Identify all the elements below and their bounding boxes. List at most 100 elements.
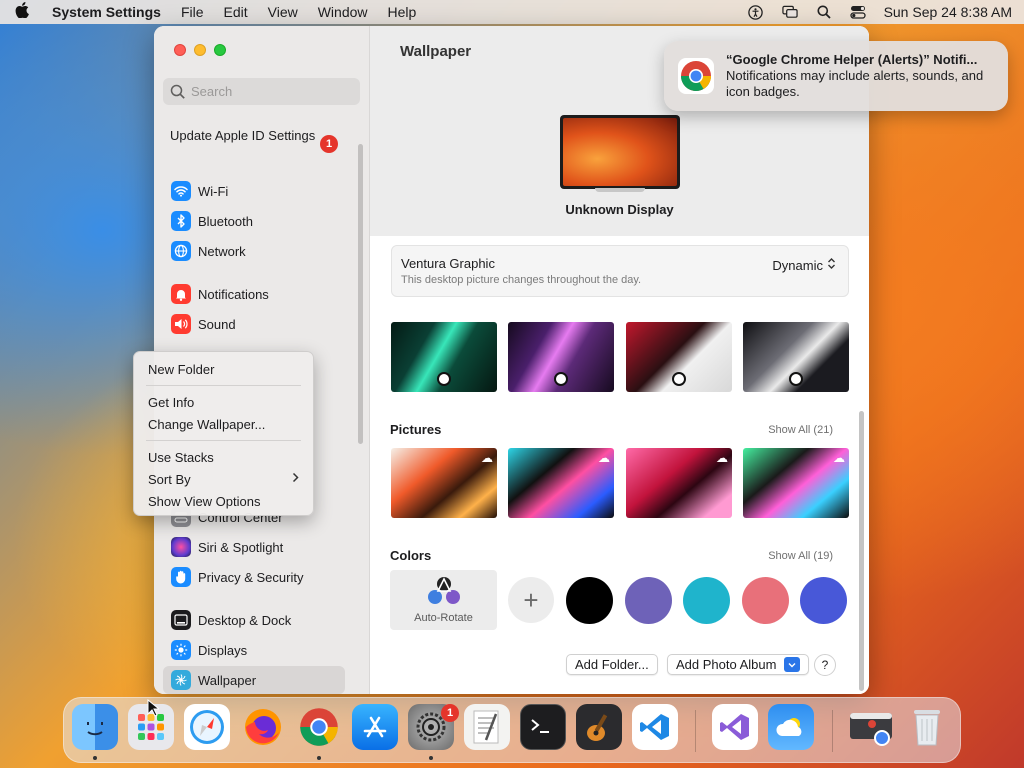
minimize-button[interactable] [194, 44, 206, 56]
color-swatch-pink[interactable] [742, 577, 789, 624]
menu-file[interactable]: File [181, 4, 204, 20]
updown-chevron-icon [827, 257, 836, 273]
garageband-icon[interactable] [576, 704, 622, 750]
search-icon [169, 83, 187, 101]
vscode-icon[interactable] [632, 704, 678, 750]
add-color-button[interactable]: + [508, 577, 554, 623]
sidebar-item-network[interactable]: Network [163, 237, 345, 265]
dynamic-indicator-icon [672, 372, 686, 386]
search-input[interactable]: Search [163, 78, 360, 105]
sidebar-item-label: Network [198, 243, 246, 259]
app-store-icon[interactable] [352, 704, 398, 750]
notification-body: Notifications may include alerts, sounds… [726, 68, 984, 99]
add-folder-button[interactable]: Add Folder... [566, 654, 658, 675]
textedit-icon[interactable] [464, 704, 510, 750]
picture-thumbnail[interactable]: ☁ [391, 448, 497, 518]
menu-item-get-info[interactable]: Get Info [134, 391, 313, 413]
add-photo-album-button[interactable]: Add Photo Album [667, 654, 810, 675]
dynamic-indicator-icon [789, 372, 803, 386]
cloud-download-icon: ☁ [598, 451, 610, 465]
settings-update-badge: 1 [441, 704, 459, 722]
screen-mirroring-icon[interactable] [781, 4, 798, 20]
menu-item-show-view-options[interactable]: Show View Options [134, 490, 313, 512]
chrome-icon [678, 58, 714, 94]
chrome-icon[interactable] [296, 704, 342, 750]
menu-item-change-wallpaper[interactable]: Change Wallpaper... [134, 413, 313, 435]
sidebar-item-label: Wallpaper [198, 672, 257, 688]
firefox-icon[interactable] [240, 704, 286, 750]
close-button[interactable] [174, 44, 186, 56]
window-controls [174, 44, 226, 56]
help-button[interactable]: ? [814, 654, 836, 676]
sidebar-item-wallpaper[interactable]: Wallpaper [163, 666, 345, 694]
menu-bar: System Settings File Edit View Window He… [0, 0, 1024, 24]
finder-icon[interactable] [72, 704, 118, 750]
menu-item-use-stacks[interactable]: Use Stacks [134, 446, 313, 468]
zoom-button[interactable] [214, 44, 226, 56]
chrome-helper-icon[interactable] [848, 704, 894, 750]
sidebar-item-label: Notifications [198, 286, 269, 302]
control-center-icon[interactable] [849, 4, 866, 20]
sidebar-item-wifi[interactable]: Wi-Fi [163, 177, 345, 205]
sidebar-item-bluetooth[interactable]: Bluetooth [163, 207, 345, 235]
appearance-mode-select[interactable]: Dynamic [772, 257, 836, 273]
color-swatch-black[interactable] [566, 577, 613, 624]
colors-heading: Colors [390, 548, 432, 563]
picture-thumbnail[interactable]: ☁ [626, 448, 732, 518]
sidebar-scrollbar[interactable] [358, 144, 363, 444]
mode-value: Dynamic [772, 257, 823, 273]
accessibility-icon[interactable] [748, 4, 764, 20]
hand-icon [171, 567, 191, 587]
safari-icon[interactable] [184, 704, 230, 750]
menu-help[interactable]: Help [388, 4, 417, 20]
dynamic-indicator-icon [554, 372, 568, 386]
desktop-context-menu: New Folder Get Info Change Wallpaper... … [133, 351, 314, 516]
menu-item-new-folder[interactable]: New Folder [134, 358, 313, 380]
color-swatch-purple[interactable] [625, 577, 672, 624]
dynamic-wallpaper-thumbnail[interactable] [743, 322, 849, 392]
sidebar-item-desktop-dock[interactable]: Desktop & Dock [163, 606, 345, 634]
dock [63, 697, 961, 763]
dynamic-indicator-icon [437, 372, 451, 386]
sidebar-item-notifications[interactable]: Notifications [163, 280, 345, 308]
speaker-icon [171, 314, 191, 334]
picture-thumbnail[interactable]: ☁ [743, 448, 849, 518]
color-swatch-blue[interactable] [800, 577, 847, 624]
colors-show-all-button[interactable]: Show All (19) [768, 550, 833, 562]
sidebar-item-privacy-security[interactable]: Privacy & Security [163, 563, 345, 591]
weather-icon[interactable] [768, 704, 814, 750]
auto-rotate-option[interactable]: Auto-Rotate [390, 570, 497, 630]
bell-icon [171, 284, 191, 304]
spotlight-search-icon[interactable] [816, 4, 832, 20]
sun-icon [171, 640, 191, 660]
cloud-download-icon: ☁ [833, 451, 845, 465]
visual-studio-icon[interactable] [712, 704, 758, 750]
sidebar-item-label: Sound [198, 316, 236, 332]
auto-rotate-icon [425, 576, 463, 609]
terminal-icon[interactable] [520, 704, 566, 750]
menu-app-name[interactable]: System Settings [52, 4, 161, 20]
dynamic-wallpaper-thumbnail[interactable] [508, 322, 614, 392]
trash-icon[interactable] [904, 704, 950, 750]
wallpaper-pane: Wallpaper Unknown Display Ventura Graphi… [370, 26, 869, 694]
dynamic-wallpaper-thumbnail[interactable] [391, 322, 497, 392]
sidebar-item-sound[interactable]: Sound [163, 310, 345, 338]
menu-window[interactable]: Window [318, 4, 368, 20]
apple-menu-icon[interactable] [12, 2, 32, 22]
chevron-down-icon[interactable] [784, 657, 801, 672]
menu-clock[interactable]: Sun Sep 24 8:38 AM [884, 4, 1012, 20]
menu-view[interactable]: View [268, 4, 298, 20]
dynamic-wallpaper-thumbnail[interactable] [626, 322, 732, 392]
sidebar-item-siri-spotlight[interactable]: Siri & Spotlight [163, 533, 345, 561]
menu-edit[interactable]: Edit [224, 4, 248, 20]
page-title: Wallpaper [400, 43, 472, 60]
main-scrollbar[interactable] [859, 411, 864, 691]
picture-thumbnail[interactable]: ☁ [508, 448, 614, 518]
color-swatch-teal[interactable] [683, 577, 730, 624]
sidebar-item-label: Displays [198, 642, 248, 658]
pictures-show-all-button[interactable]: Show All (21) [768, 424, 833, 436]
sidebar-item-displays[interactable]: Displays [163, 636, 345, 664]
menu-item-sort-by[interactable]: Sort By [134, 468, 313, 490]
notification-banner[interactable]: “Google Chrome Helper (Alerts)” Notifi..… [664, 41, 1008, 111]
wallpaper-description: This desktop picture changes throughout … [401, 274, 642, 286]
